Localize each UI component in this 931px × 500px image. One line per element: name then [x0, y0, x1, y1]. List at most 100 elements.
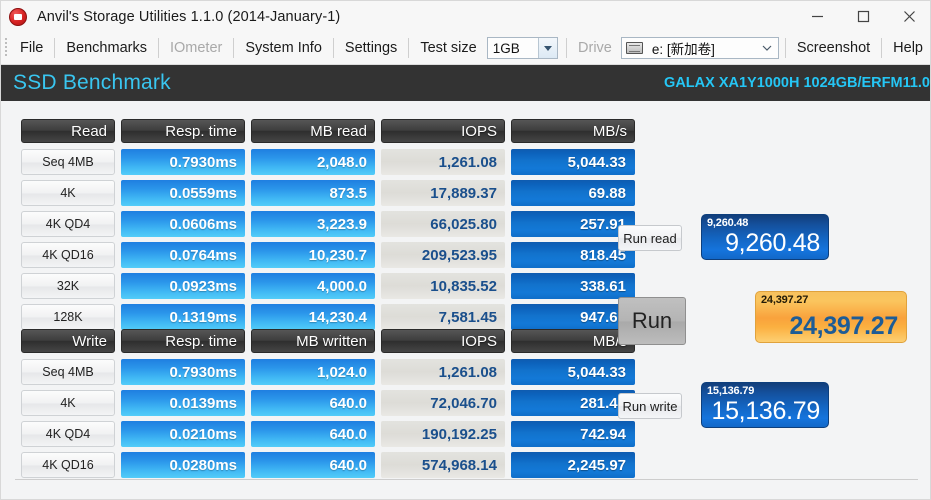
cell-iops: 1,261.08	[381, 149, 505, 175]
column-header-resp-time: Resp. time	[121, 329, 245, 353]
cell-iops: 66,025.80	[381, 211, 505, 237]
menu-divider	[408, 38, 409, 58]
cell-iops: 17,889.37	[381, 180, 505, 206]
column-header-mb-read: MB read	[251, 119, 375, 143]
benchmark-banner: SSD Benchmark GALAX XA1Y1000H 1024GB/ERF…	[1, 65, 931, 101]
column-header-write: Write	[21, 329, 115, 353]
maximize-icon[interactable]	[840, 1, 886, 32]
cell-resp-time: 0.0559ms	[121, 180, 245, 206]
score-panel: Run read Run Run write 9,260.48 9,260.48…	[613, 101, 931, 500]
cell-mb-read: 10,230.7	[251, 242, 375, 268]
drive-select[interactable]: e: [新加卷]	[621, 37, 779, 59]
run-write-button[interactable]: Run write	[618, 393, 682, 419]
test-size-label: Test size	[411, 40, 482, 56]
drive-label: Drive	[569, 40, 618, 56]
cell-resp-time: 0.7930ms	[121, 149, 245, 175]
menu-item-benchmarks[interactable]: Benchmarks	[57, 37, 156, 59]
write-score-box: 15,136.79 15,136.79	[701, 382, 829, 428]
table-row: Seq 4MB 0.7930ms 2,048.0 1,261.08 5,044.…	[21, 149, 635, 175]
menu-divider	[333, 38, 334, 58]
benchmark-results-area: Read Resp. time MB read IOPS MB/s Seq 4M…	[1, 101, 931, 500]
chevron-down-icon[interactable]	[538, 38, 557, 58]
menu-item-system-info[interactable]: System Info	[236, 37, 331, 59]
table-row: Seq 4MB 0.7930ms 1,024.0 1,261.08 5,044.…	[21, 359, 635, 385]
run-button[interactable]: Run	[618, 297, 686, 345]
cell-mb-read: 4,000.0	[251, 273, 375, 299]
drive-value: e: [新加卷]	[647, 38, 715, 58]
write-results-table: Write Resp. time MB written IOPS MB/s Se…	[21, 329, 635, 483]
page-title: SSD Benchmark	[13, 71, 171, 95]
bottom-divider	[15, 479, 918, 480]
run-read-button[interactable]: Run read	[618, 225, 682, 251]
close-icon[interactable]	[886, 1, 931, 32]
minimize-icon[interactable]	[794, 1, 840, 32]
row-label: 32K	[21, 273, 115, 299]
cell-iops: 72,046.70	[381, 390, 505, 416]
menu-bar: File Benchmarks IOmeter System Info Sett…	[1, 32, 931, 65]
column-header-iops: IOPS	[381, 119, 505, 143]
read-score-box: 9,260.48 9,260.48	[701, 214, 829, 260]
write-score-small: 15,136.79	[707, 385, 754, 397]
table-row: 4K 0.0139ms 640.0 72,046.70 281.43	[21, 390, 635, 416]
cell-mb-written: 1,024.0	[251, 359, 375, 385]
menu-divider	[566, 38, 567, 58]
cell-resp-time: 0.0606ms	[121, 211, 245, 237]
menu-divider	[881, 38, 882, 58]
row-label: Seq 4MB	[21, 149, 115, 175]
column-header-mb-written: MB written	[251, 329, 375, 353]
row-label: 4K QD16	[21, 242, 115, 268]
cell-iops: 574,968.14	[381, 452, 505, 478]
menu-grip	[5, 38, 7, 58]
read-results-table: Read Resp. time MB read IOPS MB/s Seq 4M…	[21, 119, 635, 335]
menu-item-file[interactable]: File	[11, 37, 52, 59]
cell-resp-time: 0.7930ms	[121, 359, 245, 385]
column-header-read: Read	[21, 119, 115, 143]
menu-item-help[interactable]: Help	[884, 37, 931, 59]
window-title: Anvil's Storage Utilities 1.1.0 (2014-Ja…	[37, 9, 340, 25]
cell-mb-read: 14,230.4	[251, 304, 375, 330]
cell-mb-written: 640.0	[251, 421, 375, 447]
menu-divider	[785, 38, 786, 58]
device-name: GALAX XA1Y1000H 1024GB/ERFM11.0	[664, 75, 930, 91]
cell-iops: 10,835.52	[381, 273, 505, 299]
row-label: 4K	[21, 390, 115, 416]
cell-resp-time: 0.0764ms	[121, 242, 245, 268]
table-row: 4K QD4 0.0210ms 640.0 190,192.25 742.94	[21, 421, 635, 447]
cell-resp-time: 0.0280ms	[121, 452, 245, 478]
window-titlebar: Anvil's Storage Utilities 1.1.0 (2014-Ja…	[1, 1, 931, 32]
row-label: 4K QD16	[21, 452, 115, 478]
menu-item-screenshot[interactable]: Screenshot	[788, 37, 879, 59]
table-header-row: Read Resp. time MB read IOPS MB/s	[21, 119, 635, 143]
cell-iops: 190,192.25	[381, 421, 505, 447]
cell-iops: 7,581.45	[381, 304, 505, 330]
read-score-value: 9,260.48	[725, 229, 820, 258]
cell-mb-read: 873.5	[251, 180, 375, 206]
window-controls	[794, 1, 931, 32]
anvil-storage-utilities-window: Anvil's Storage Utilities 1.1.0 (2014-Ja…	[0, 0, 931, 500]
menu-divider	[158, 38, 159, 58]
total-score-value: 24,397.27	[789, 312, 898, 341]
cell-iops: 1,261.08	[381, 359, 505, 385]
drive-icon	[626, 42, 643, 54]
table-row: 32K 0.0923ms 4,000.0 10,835.52 338.61	[21, 273, 635, 299]
row-label: 4K QD4	[21, 211, 115, 237]
anvil-logo-icon	[9, 8, 27, 26]
table-row: 4K QD4 0.0606ms 3,223.9 66,025.80 257.91	[21, 211, 635, 237]
cell-iops: 209,523.95	[381, 242, 505, 268]
cell-resp-time: 0.0923ms	[121, 273, 245, 299]
column-header-iops: IOPS	[381, 329, 505, 353]
table-header-row: Write Resp. time MB written IOPS MB/s	[21, 329, 635, 353]
chevron-down-icon[interactable]	[756, 38, 778, 58]
table-row: 4K QD16 0.0280ms 640.0 574,968.14 2,245.…	[21, 452, 635, 478]
table-row: 4K 0.0559ms 873.5 17,889.37 69.88	[21, 180, 635, 206]
cell-mb-read: 2,048.0	[251, 149, 375, 175]
test-size-select[interactable]: 1GB	[487, 37, 558, 59]
menu-divider	[233, 38, 234, 58]
cell-mb-read: 3,223.9	[251, 211, 375, 237]
test-size-value: 1GB	[488, 41, 520, 56]
total-score-box: 24,397.27 24,397.27	[755, 291, 907, 343]
menu-item-settings[interactable]: Settings	[336, 37, 406, 59]
cell-mb-written: 640.0	[251, 452, 375, 478]
cell-resp-time: 0.0210ms	[121, 421, 245, 447]
menu-divider	[54, 38, 55, 58]
